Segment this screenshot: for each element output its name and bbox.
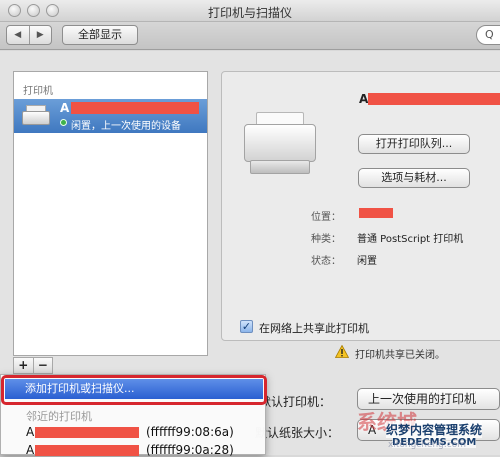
- sharing-off-warning: 打印机共享已关闭。: [355, 350, 445, 361]
- watermark-overlay: 织梦内容管理系统: [386, 421, 483, 438]
- window-title: 打印机与扫描仪: [207, 6, 292, 20]
- nearby-printer-name: A: [26, 425, 35, 439]
- printers-section-label: 打印机: [23, 86, 53, 97]
- redacted-name-bar: [35, 445, 139, 456]
- printer-icon: [22, 105, 50, 127]
- add-remove-bar: + −: [13, 357, 53, 374]
- add-printer-menu: 添加打印机或扫描仪... 邻近的打印机 A (ffffff99:08:6a) A…: [0, 374, 267, 457]
- share-printer-checkbox[interactable]: ✓: [240, 320, 253, 333]
- preferences-content: 打印机 A 闲置，上一次使用的设备 + − A 打开打印队列... 选项与耗材.…: [0, 51, 500, 457]
- printer-detail-name: A: [359, 92, 369, 106]
- back-arrow-icon[interactable]: ◀: [7, 26, 30, 44]
- status-key: 状态：: [311, 256, 341, 267]
- printer-list-item-name: A: [60, 101, 70, 115]
- options-supplies-button[interactable]: 选项与耗材...: [358, 168, 470, 188]
- printer-list: 打印机 A 闲置，上一次使用的设备: [13, 71, 208, 356]
- default-printer-label: 默认打印机：: [259, 395, 332, 409]
- search-icon: Q: [485, 28, 494, 41]
- open-print-queue-button[interactable]: 打开打印队列...: [358, 134, 470, 154]
- location-key: 位置：: [311, 212, 341, 223]
- warning-icon: [335, 345, 349, 358]
- redacted-name-bar: [35, 427, 139, 438]
- nearby-printer-addr: (ffffff99:08:6a): [146, 425, 234, 439]
- kind-key: 种类：: [311, 234, 341, 245]
- redacted-name-bar: [71, 102, 199, 114]
- printer-list-item-status: 闲置，上一次使用的设备: [71, 121, 181, 132]
- nearby-printer-item[interactable]: A (ffffff99:08:6a): [26, 425, 234, 439]
- nearby-printers-header: 邻近的打印机: [26, 410, 92, 423]
- nav-segment: ◀ ▶: [6, 25, 52, 45]
- printer-detail-panel: A 打开打印队列... 选项与耗材... 位置： 种类： 普通 PostScri…: [221, 71, 500, 341]
- printer-list-item[interactable]: A 闲置，上一次使用的设备: [14, 99, 207, 133]
- redacted-name-bar: [368, 93, 500, 105]
- share-printer-label: 在网络上共享此打印机: [259, 322, 369, 335]
- kind-value: 普通 PostScript 打印机: [357, 234, 464, 245]
- show-all-button[interactable]: 全部显示: [62, 25, 138, 45]
- watermark-domain: xitongcheng.com: [388, 440, 466, 450]
- toolbar: ◀ ▶ 全部显示 Q: [0, 22, 500, 50]
- remove-printer-button[interactable]: −: [34, 358, 53, 373]
- add-printer-button[interactable]: +: [14, 358, 34, 373]
- forward-arrow-icon[interactable]: ▶: [30, 26, 52, 44]
- status-dot-icon: [60, 119, 67, 126]
- search-field[interactable]: Q: [476, 25, 500, 45]
- printer-large-icon: [244, 112, 316, 174]
- status-value: 闲置: [357, 256, 377, 267]
- add-printer-scanner-item[interactable]: 添加打印机或扫描仪...: [5, 379, 263, 399]
- redacted-location-bar: [359, 208, 393, 218]
- title-bar: 打印机与扫描仪: [0, 0, 500, 22]
- paper-size-label: 默认纸张大小：: [255, 426, 340, 440]
